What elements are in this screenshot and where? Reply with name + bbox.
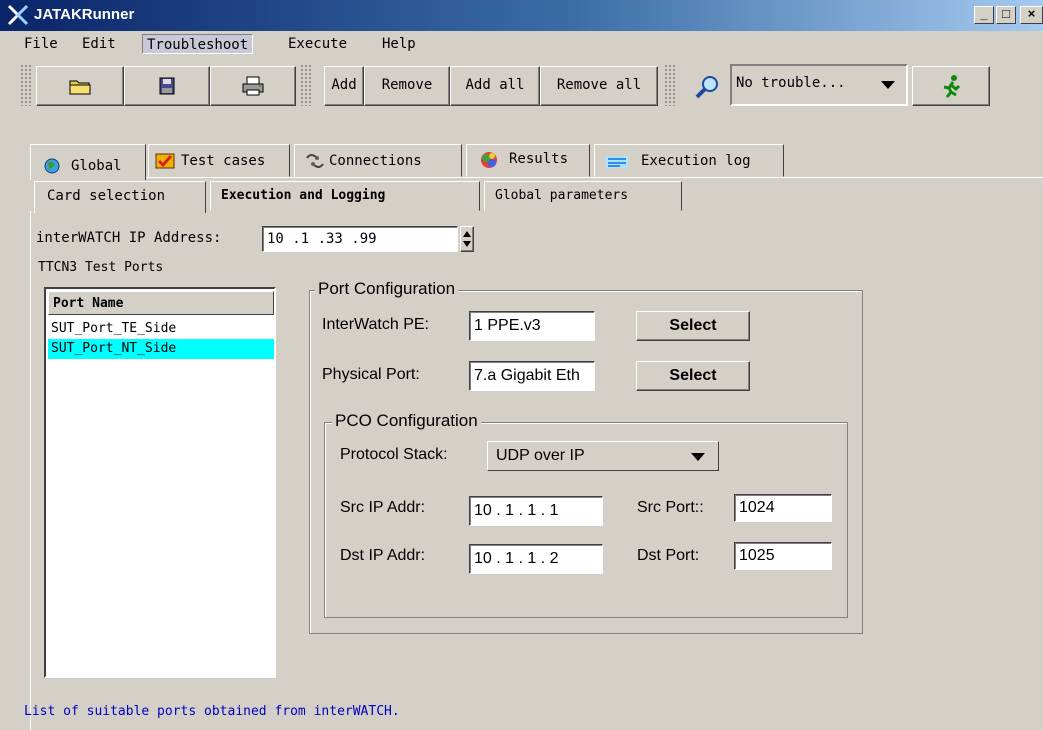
interwatch-pe-field[interactable]: 1 PPE.v3 [469, 311, 595, 341]
chevron-down-icon [881, 81, 895, 89]
ip-spinner[interactable] [460, 226, 474, 252]
interwatch-pe-label: InterWatch PE: [322, 316, 429, 333]
print-button[interactable] [210, 66, 296, 106]
ip-address-label: interWATCH IP Address: [36, 230, 222, 246]
menu-file[interactable]: File [20, 34, 62, 54]
minimize-button[interactable]: _ [974, 6, 994, 24]
menu-troubleshoot[interactable]: Troubleshoot [142, 34, 254, 54]
physical-port-field[interactable]: 7.a Gigabit Eth [469, 361, 595, 391]
results-icon [481, 152, 497, 168]
tab-global[interactable]: Global [30, 144, 146, 180]
ports-title: TTCN3 Test Ports [38, 260, 164, 275]
running-man-icon [943, 75, 961, 98]
save-disk-icon [159, 77, 175, 95]
tab-results[interactable]: Results [466, 144, 590, 177]
toolbar-grip-3[interactable] [664, 64, 676, 106]
subtab-global-parameters-label: Global parameters [495, 188, 629, 203]
remove-all-button[interactable]: Remove all [540, 66, 658, 106]
close-button[interactable]: × [1020, 6, 1043, 24]
tab-connections-label: Connections [329, 153, 422, 169]
physical-port-label: Physical Port: [322, 366, 420, 383]
toolbar-grip-2[interactable] [300, 64, 312, 106]
main-tabs-baseline [30, 177, 1043, 178]
subtab-card-selection[interactable]: Card selection [34, 181, 206, 213]
test-cases-icon [155, 153, 175, 169]
status-message: List of suitable ports obtained from int… [24, 704, 400, 719]
app-x-icon [7, 4, 29, 26]
dst-ip-label: Dst IP Addr: [340, 547, 426, 564]
src-ip-label: Src IP Addr: [340, 499, 426, 516]
list-item-selected[interactable]: SUT_Port_NT_Side [48, 339, 274, 359]
toolbar-grip[interactable] [20, 64, 32, 106]
tab-execution-log-label: Execution log [641, 153, 751, 169]
execution-log-icon [606, 156, 628, 168]
protocol-stack-label: Protocol Stack: [340, 446, 448, 463]
subtab-execution-logging-label: Execution and Logging [221, 188, 386, 203]
dst-ip-field[interactable]: 10 . 1 . 1 . 2 [469, 544, 603, 574]
ip-address-field[interactable]: 10 .1 .33 .99 [262, 226, 458, 252]
tab-test-cases-label: Test cases [181, 153, 266, 169]
protocol-stack-value: UDP over IP [496, 447, 585, 464]
subtab-card-selection-label: Card selection [47, 188, 166, 204]
list-item[interactable]: SUT_Port_TE_Side [48, 319, 274, 339]
add-button[interactable]: Add [324, 66, 364, 106]
menu-bar: File Edit Troubleshoot Execute Help [0, 31, 1043, 57]
globe-icon [44, 158, 60, 174]
title-bar[interactable]: JATAKRunner _ □ × [0, 0, 1043, 31]
src-port-field[interactable]: 1024 [734, 494, 832, 522]
spinner-arrows-icon [463, 231, 471, 247]
maximize-button[interactable]: □ [996, 6, 1016, 24]
tab-results-label: Results [509, 151, 569, 167]
window-title: JATAKRunner [34, 6, 135, 23]
port-name-column: Port Name [53, 296, 124, 311]
trouble-combo-value: No trouble... [736, 75, 846, 91]
connections-icon [306, 154, 324, 168]
menu-edit[interactable]: Edit [78, 34, 120, 54]
magnifier-icon[interactable] [694, 74, 722, 100]
select-pe-button[interactable]: Select [636, 311, 750, 341]
menu-help[interactable]: Help [378, 34, 420, 54]
select-physical-port-button[interactable]: Select [636, 361, 750, 391]
src-port-label: Src Port:: [637, 499, 704, 516]
subtab-execution-logging[interactable]: Execution and Logging [210, 181, 480, 211]
tab-execution-log[interactable]: Execution log [594, 144, 784, 177]
chevron-down-icon [691, 453, 705, 461]
tab-test-cases[interactable]: Test cases [148, 144, 290, 177]
src-ip-field[interactable]: 10 . 1 . 1 . 1 [469, 496, 603, 526]
port-list[interactable]: Port Name SUT_Port_TE_Side SUT_Port_NT_S… [44, 287, 276, 678]
protocol-stack-dropdown[interactable]: UDP over IP [487, 441, 719, 471]
tab-global-label: Global [71, 158, 122, 174]
save-button[interactable] [124, 66, 210, 106]
subtab-global-parameters[interactable]: Global parameters [484, 181, 682, 211]
dst-port-field[interactable]: 1025 [734, 542, 832, 570]
open-button[interactable] [36, 66, 124, 106]
open-folder-icon [69, 80, 91, 95]
run-button[interactable] [912, 66, 990, 106]
trouble-combo[interactable]: No trouble... [730, 64, 908, 106]
dst-port-label: Dst Port: [637, 547, 700, 564]
port-list-header[interactable]: Port Name [48, 291, 274, 315]
add-all-button[interactable]: Add all [450, 66, 540, 106]
menu-execute[interactable]: Execute [284, 34, 351, 54]
remove-button[interactable]: Remove [364, 66, 450, 106]
tab-connections[interactable]: Connections [294, 144, 462, 177]
print-icon [242, 76, 264, 96]
pco-configuration-legend: PCO Configuration [332, 411, 481, 431]
port-configuration-legend: Port Configuration [315, 279, 459, 299]
